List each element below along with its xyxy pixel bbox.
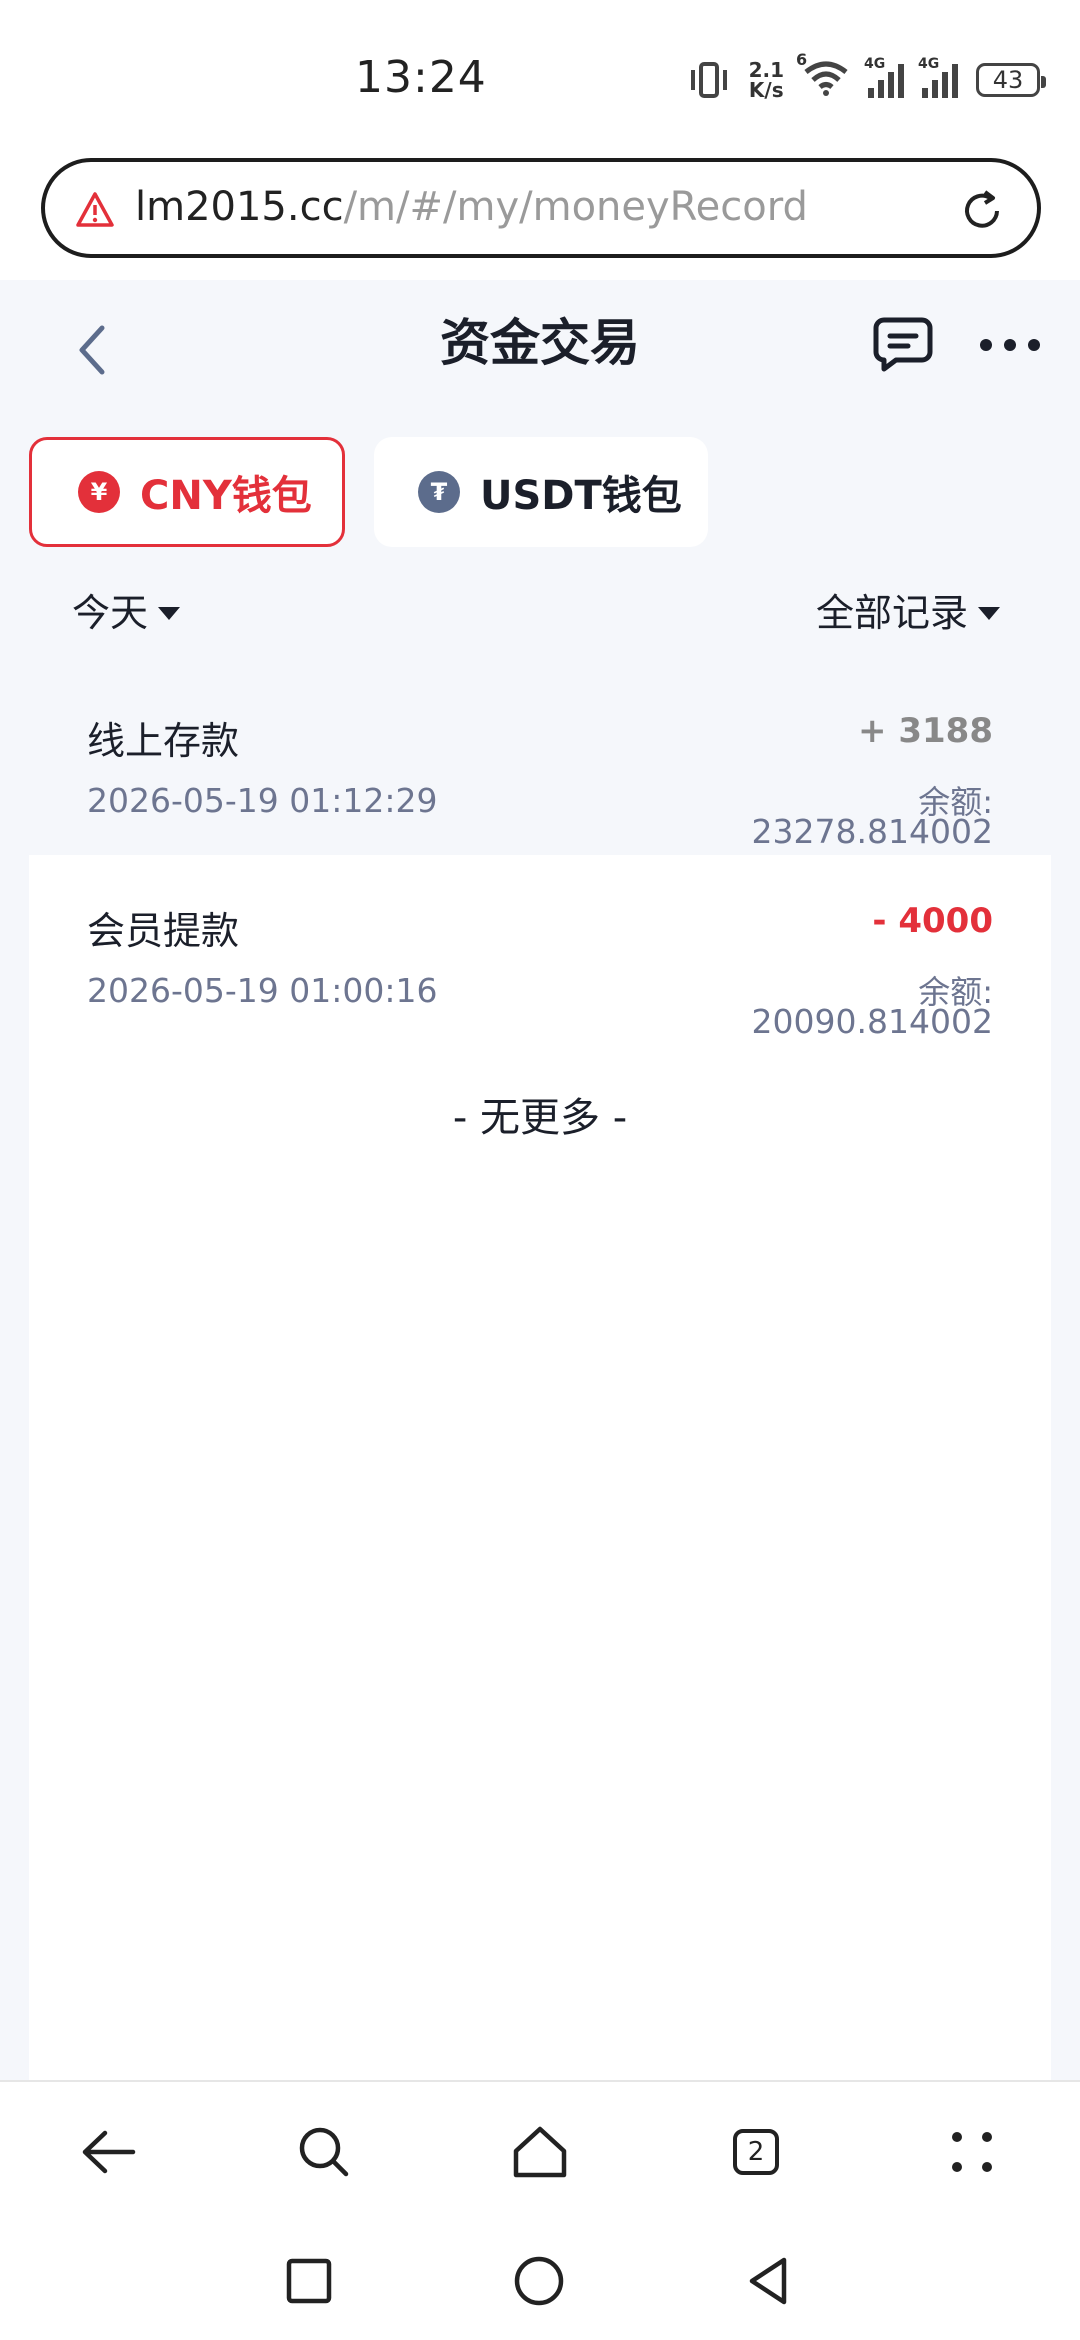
url-path: /m/#/my/moneyRecord (343, 184, 808, 230)
wifi-indicator: 6 (796, 50, 850, 102)
battery-icon: 43 (976, 63, 1046, 97)
list-end-text: - 无更多 - (452, 1095, 628, 1141)
wifi-label: 6 (796, 50, 808, 69)
record-datetime: 2026-05-19 01:00:16 (87, 971, 438, 1010)
caret-down-icon (158, 607, 181, 620)
record-datetime: 2026-05-19 01:12:29 (87, 781, 438, 820)
wifi-icon (804, 61, 848, 96)
home-button-icon[interactable] (512, 2254, 566, 2308)
net-speed: 2.1 K/s (749, 60, 784, 100)
address-bar[interactable]: lm2015.cc/m/#/my/moneyRecord (41, 158, 1041, 258)
menu-icon (952, 2132, 992, 2172)
wallet-tab-cny[interactable]: ¥ CNY钱包 (29, 437, 345, 547)
signal-1-label: 4G (864, 56, 886, 72)
list-item[interactable]: 线上存款 2026-05-19 01:12:29 + 3188 余额: 2327… (29, 665, 1051, 855)
battery-level: 43 (992, 66, 1024, 94)
reload-icon[interactable] (957, 186, 1007, 236)
status-icons: 2.1 K/s 6 4G 4G 43 (687, 50, 1046, 105)
browser-search-button[interactable] (292, 2120, 356, 2184)
url-text[interactable]: lm2015.cc/m/#/my/moneyRecord (135, 182, 808, 232)
recents-button-icon[interactable] (282, 2254, 336, 2308)
home-icon (513, 2126, 567, 2178)
back-arrow-icon (82, 2130, 136, 2174)
url-host: lm2015.cc (135, 184, 344, 230)
tab-count: 2 (733, 2129, 779, 2175)
browser-tabs-button[interactable]: 2 (724, 2120, 788, 2184)
system-navigation-bar (0, 2220, 1080, 2340)
browser-back-button[interactable] (76, 2120, 140, 2184)
type-filter-label: 全部记录 (815, 591, 968, 635)
list-item[interactable]: 会员提款 2026-05-19 01:00:16 - 4000 余额: 2009… (29, 855, 1051, 1045)
record-amount: + 3188 (858, 711, 993, 751)
date-filter-dropdown[interactable]: 今天 (72, 582, 181, 637)
status-bar: 13:24 2.1 K/s 6 4G 4G 43 (0, 0, 1080, 150)
app-content: 资金交易 ¥ CNY钱包 ₮ USDT钱包 今天 全部记录 线上存款 2026-… (0, 280, 1080, 2080)
back-button-icon[interactable] (742, 2254, 796, 2308)
date-filter-label: 今天 (72, 591, 149, 635)
more-icon[interactable] (978, 335, 1042, 355)
type-filter-dropdown[interactable]: 全部记录 (816, 582, 1000, 637)
vibrate-icon (690, 62, 727, 98)
record-amount: - 4000 (872, 901, 993, 941)
transaction-list: 线上存款 2026-05-19 01:12:29 + 3188 余额: 2327… (29, 665, 1051, 2080)
warning-icon[interactable] (75, 190, 115, 230)
net-speed-value: 2.1 (748, 58, 784, 82)
record-balance: 23278.814002 (751, 812, 993, 851)
browser-toolbar: 2 (0, 2080, 1080, 2222)
wallet-tab-cny-label: CNY钱包 (140, 473, 312, 519)
browser-home-button[interactable] (508, 2120, 572, 2184)
yuan-icon: ¥ (78, 471, 120, 513)
search-icon (299, 2127, 349, 2177)
signal-2: 4G (918, 56, 958, 98)
caret-down-icon (978, 607, 1000, 620)
record-balance: 20090.814002 (751, 1002, 993, 1041)
signal-2-label: 4G (918, 56, 940, 72)
net-speed-unit: K/s (748, 78, 784, 102)
signal-1: 4G (864, 56, 904, 98)
wallet-tab-usdt[interactable]: ₮ USDT钱包 (374, 437, 708, 547)
wallet-tab-usdt-label: USDT钱包 (480, 473, 682, 519)
record-title: 线上存款 (87, 719, 240, 763)
status-time: 13:24 (355, 52, 487, 103)
tether-icon: ₮ (418, 471, 460, 513)
browser-menu-button[interactable] (940, 2120, 1004, 2184)
page-header: 资金交易 (0, 280, 1080, 405)
chat-icon[interactable] (872, 316, 934, 372)
record-title: 会员提款 (87, 909, 240, 953)
